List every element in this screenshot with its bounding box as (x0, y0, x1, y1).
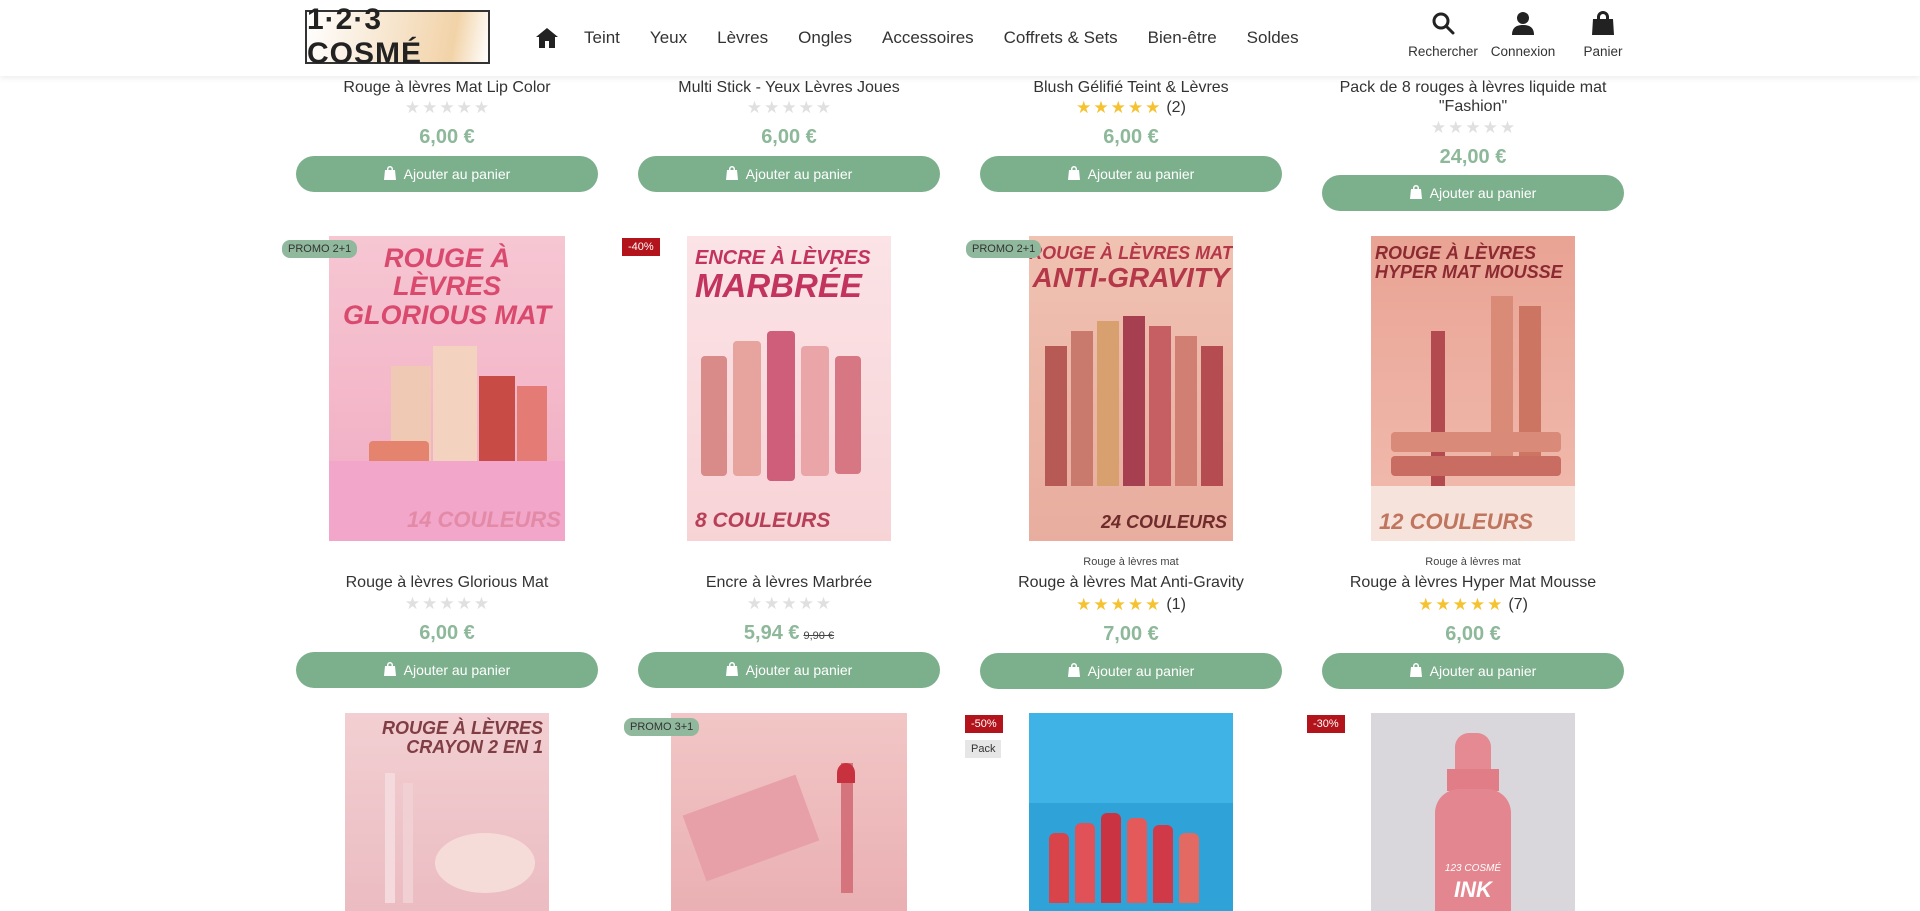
cart-button[interactable]: Panier (1571, 8, 1635, 59)
bag-icon (1067, 662, 1080, 680)
add-to-cart-button[interactable]: Ajouter au panier (296, 652, 598, 688)
product-image[interactable]: ROUGE À LÈVRES GLORIOUS MAT 14 COULEURS (329, 236, 565, 541)
image-footer: 12 COULEURS (1379, 509, 1534, 534)
image-title: ROUGE À LÈVRES GLORIOUS MAT (343, 243, 551, 330)
promo-badge: PROMO 2+1 (282, 240, 358, 258)
pack-badge: Pack (965, 740, 1002, 758)
product-image[interactable]: ROUGE À LÈVRES CRAYON 2 EN 1 (345, 713, 549, 911)
bag-icon (1067, 165, 1080, 183)
bag-icon (383, 661, 396, 679)
bottle-label: 123 COSMÉ (1444, 863, 1502, 874)
product-price: 6,00 € (761, 126, 817, 148)
site-header: 1·2·3 COSMÉ Teint Yeux Lèvres Ongles Acc… (0, 0, 1920, 76)
promo-badge: PROMO 2+1 (966, 240, 1042, 258)
product-name[interactable]: Rouge à lèvres Glorious Mat (296, 573, 598, 592)
nav-item-coffrets-sets[interactable]: Coffrets & Sets (1004, 28, 1118, 48)
image-footer: 8 COULEURS (695, 509, 831, 532)
product-price: 6,00 € (1103, 126, 1159, 148)
product-image[interactable]: ROUGE À LÈVRES HYPER MAT MOUSSE 12 COULEU… (1371, 236, 1575, 541)
product-image[interactable]: 123 COSMÉ INK (1371, 713, 1575, 911)
bottle-label: INK (1454, 877, 1492, 902)
discount-badge: -30% (1307, 715, 1345, 733)
main-nav: Teint Yeux Lèvres Ongles Accessoires Cof… (534, 0, 1329, 76)
product-name[interactable]: Rouge à lèvres Hyper Mat Mousse (1322, 573, 1624, 592)
image-title: ROUGE À LÈVRES HYPER MAT MOUSSE (1375, 243, 1563, 282)
rating-stars: ★ ★ ★ ★ ★ (2) (1076, 98, 1186, 117)
product-name[interactable]: Blush Gélifié Teint & Lèvres (980, 78, 1282, 97)
image-title: ENCRE À LÈVRES MARBRÉE (695, 247, 871, 304)
add-to-cart-button[interactable]: Ajouter au panier (638, 156, 940, 192)
add-to-cart-button[interactable]: Ajouter au panier (980, 653, 1282, 689)
site-logo[interactable]: 1·2·3 COSMÉ (305, 3, 490, 70)
add-to-cart-button[interactable]: Ajouter au panier (296, 156, 598, 192)
home-icon[interactable] (534, 25, 560, 51)
search-icon (1431, 8, 1455, 38)
bag-icon (725, 661, 738, 679)
rating-stars: ★ ★ ★ ★ ★ (404, 594, 490, 613)
product-price: 7,00 € (1103, 623, 1159, 645)
rating-stars: ★ ★ ★ ★ ★ (746, 98, 832, 117)
promo-badge: PROMO 3+1 (624, 718, 700, 736)
bag-icon (1409, 662, 1422, 680)
product-name[interactable]: Pack de 8 rouges à lèvres liquide mat "F… (1322, 78, 1624, 116)
nav-item-soldes[interactable]: Soldes (1247, 28, 1299, 48)
add-to-cart-button[interactable]: Ajouter au panier (1322, 653, 1624, 689)
nav-item-yeux[interactable]: Yeux (650, 28, 687, 48)
product-price: 5,94 €9,90 € (743, 622, 835, 644)
rating-stars: ★ ★ ★ ★ ★ (7) (1418, 595, 1528, 614)
product-category: Rouge à lèvres mat (1425, 556, 1521, 568)
bag-icon (1409, 184, 1422, 202)
product-image[interactable] (671, 713, 907, 911)
login-button[interactable]: Connexion (1491, 8, 1555, 59)
bag-icon (1592, 8, 1614, 38)
nav-item-bien-etre[interactable]: Bien-être (1148, 28, 1217, 48)
add-to-cart-button[interactable]: Ajouter au panier (980, 156, 1282, 192)
product-category: Rouge à lèvres mat (1083, 556, 1179, 568)
search-button[interactable]: Rechercher (1408, 8, 1478, 59)
product-name[interactable]: Encre à lèvres Marbrée (638, 573, 940, 592)
rating-stars: ★ ★ ★ ★ ★ (404, 98, 490, 117)
product-name[interactable]: Multi Stick - Yeux Lèvres Joues (638, 78, 940, 97)
old-price: 9,90 € (803, 630, 835, 642)
nav-item-accessoires[interactable]: Accessoires (882, 28, 974, 48)
add-to-cart-button[interactable]: Ajouter au panier (1322, 175, 1624, 211)
nav-item-levres[interactable]: Lèvres (717, 28, 768, 48)
product-price: 6,00 € (1445, 623, 1501, 645)
user-icon (1512, 8, 1534, 38)
rating-stars: ★ ★ ★ ★ ★ (1430, 118, 1516, 137)
discount-badge: -50% (965, 715, 1003, 733)
discount-badge: -40% (622, 238, 660, 256)
product-price: 6,00 € (419, 126, 475, 148)
image-title: ROUGE À LÈVRES MAT ANTI-GRAVITY (1029, 243, 1233, 293)
image-footer: 14 COULEURS (406, 507, 561, 532)
rating-stars: ★ ★ ★ ★ ★ (1) (1076, 595, 1186, 614)
add-to-cart-button[interactable]: Ajouter au panier (638, 652, 940, 688)
nav-item-teint[interactable]: Teint (584, 28, 620, 48)
product-price: 24,00 € (1439, 146, 1507, 168)
image-title: ROUGE À LÈVRES CRAYON 2 EN 1 (381, 718, 543, 757)
product-name[interactable]: Rouge à lèvres Mat Anti-Gravity (980, 573, 1282, 592)
header-actions: Rechercher Connexion Panier (1408, 8, 1635, 59)
rating-stars: ★ ★ ★ ★ ★ (746, 594, 832, 613)
product-price: 6,00 € (419, 622, 475, 644)
product-image[interactable]: ROUGE À LÈVRES MAT ANTI-GRAVITY 24 COULEU… (1029, 236, 1233, 541)
product-image[interactable]: ENCRE À LÈVRES MARBRÉE 8 COULEURS (687, 236, 891, 541)
nav-item-ongles[interactable]: Ongles (798, 28, 852, 48)
bag-icon (383, 165, 396, 183)
bag-icon (725, 165, 738, 183)
product-name[interactable]: Rouge à lèvres Mat Lip Color (296, 78, 598, 97)
image-footer: 24 COULEURS (1100, 512, 1227, 532)
product-image[interactable] (1029, 713, 1233, 911)
